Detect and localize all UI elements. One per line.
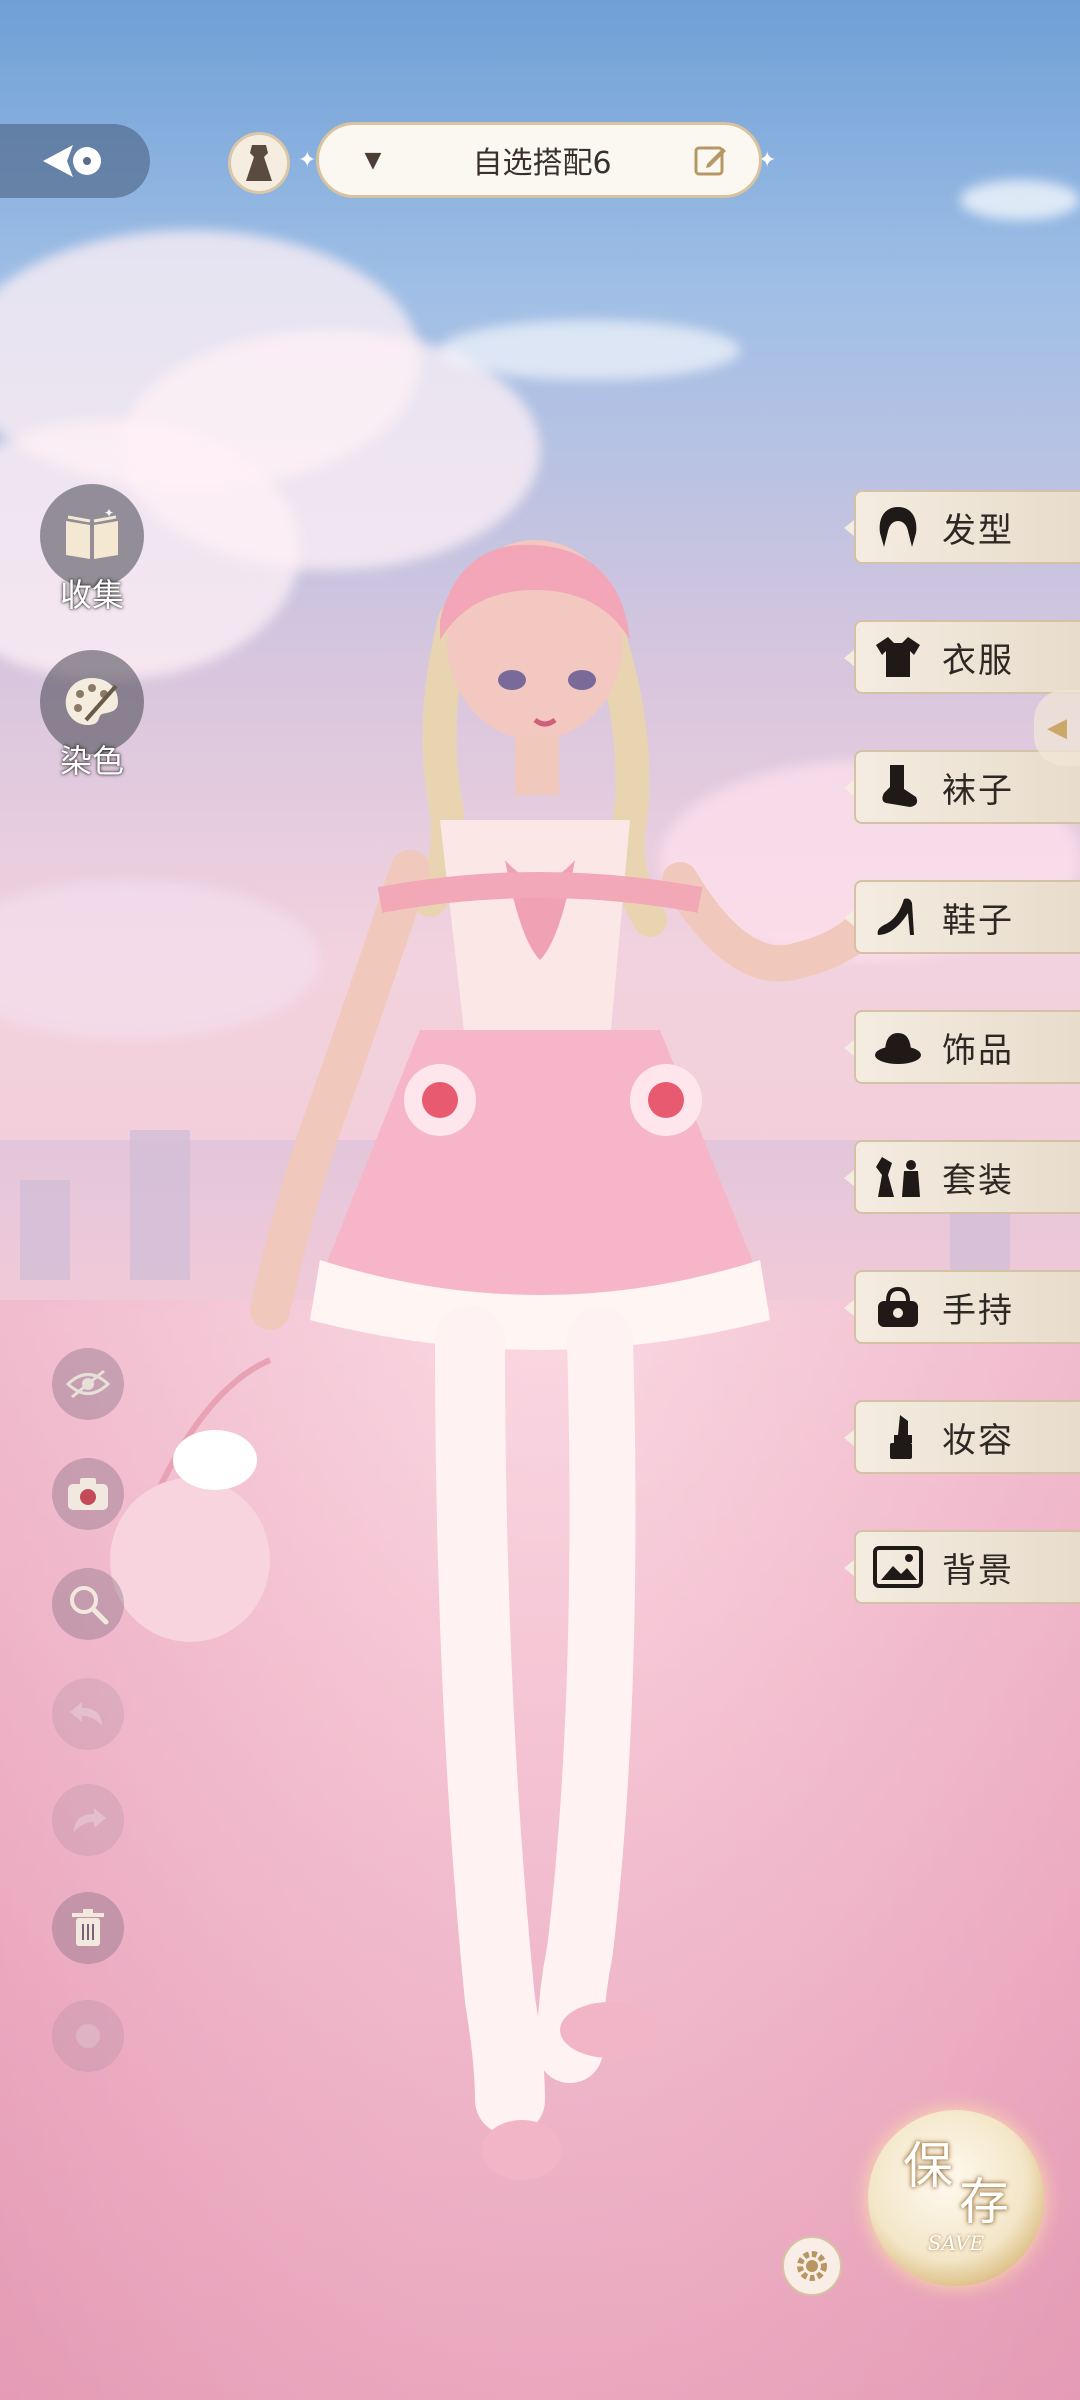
category-accessories[interactable]: 饰品 (844, 1010, 1080, 1084)
category-makeup[interactable]: 妆容 (844, 1400, 1080, 1474)
chevron-left-icon: ◀ (1047, 713, 1067, 743)
sparkle-decoration: ✦ (298, 148, 317, 173)
save-label-en: SAVE (927, 2231, 985, 2255)
extra-tool-button[interactable] (52, 2000, 124, 2072)
redo-icon (74, 1808, 106, 1832)
delete-button[interactable] (52, 1892, 124, 1964)
save-label-cn: 保 (903, 2137, 953, 2195)
palette-icon (65, 678, 118, 726)
category-socks[interactable]: 袜子 (844, 750, 1080, 824)
category-handheld[interactable]: 手持 (844, 1270, 1080, 1344)
redo-button[interactable] (52, 1784, 124, 1856)
camera-icon (68, 1478, 108, 1510)
trash-icon (72, 1909, 104, 1946)
category-label: 背景 (942, 1550, 1014, 1591)
collapse-menu-tab[interactable]: ◀ (1034, 690, 1080, 766)
dress-icon (246, 145, 272, 181)
heel-icon (870, 889, 926, 945)
category-clothes[interactable]: 衣服 (844, 620, 1080, 694)
category-label: 妆容 (942, 1420, 1014, 1461)
sock-icon (870, 759, 926, 815)
category-label: 衣服 (942, 640, 1014, 681)
eye-hidden-icon (66, 1369, 110, 1399)
category-label: 套装 (942, 1160, 1014, 1201)
outfit-set-icon (870, 1149, 926, 1205)
undo-icon (70, 1702, 102, 1726)
handbag-icon (870, 1279, 926, 1335)
category-background[interactable]: 背景 (844, 1530, 1080, 1604)
category-label: 发型 (942, 510, 1014, 551)
back-button[interactable] (0, 124, 150, 198)
circle-icon (76, 2024, 100, 2048)
category-outfit-set[interactable]: 套装 (844, 1140, 1080, 1214)
category-label: 袜子 (942, 770, 1014, 811)
hide-ui-button[interactable] (52, 1348, 124, 1420)
lipstick-icon (870, 1409, 926, 1465)
dye-label: 染色 (59, 742, 124, 780)
zoom-button[interactable] (52, 1568, 124, 1640)
category-shoes[interactable]: 鞋子 (844, 880, 1080, 954)
category-label: 手持 (942, 1290, 1014, 1331)
outfit-selector[interactable]: ▼ 自选搭配6 (316, 122, 762, 198)
svg-text:✦: ✦ (104, 507, 114, 520)
category-label: 饰品 (942, 1030, 1014, 1071)
category-hair[interactable]: 发型 (844, 490, 1080, 564)
category-label: 鞋子 (942, 900, 1014, 941)
shirt-icon (870, 629, 926, 685)
settings-button[interactable] (782, 2236, 842, 2296)
outfit-name: 自选搭配6 (472, 146, 612, 181)
outfit-avatar-button[interactable] (228, 132, 290, 194)
magnifier-icon (70, 1586, 109, 1625)
gear-icon (797, 2251, 827, 2281)
picture-icon (870, 1539, 926, 1595)
camera-button[interactable] (52, 1458, 124, 1530)
pencil-edit-icon[interactable] (681, 142, 741, 178)
save-button[interactable]: 保 存 SAVE (868, 2110, 1044, 2286)
undo-button[interactable] (52, 1678, 124, 1750)
triangle-down-icon[interactable]: ▼ (343, 148, 403, 173)
collect-label: 收集 (59, 576, 124, 614)
book-icon: ✦ (66, 507, 118, 559)
hair-icon (870, 499, 926, 555)
save-label-cn: 存 (959, 2173, 1009, 2231)
hat-icon (870, 1019, 926, 1075)
back-arrow-icon (43, 145, 101, 177)
